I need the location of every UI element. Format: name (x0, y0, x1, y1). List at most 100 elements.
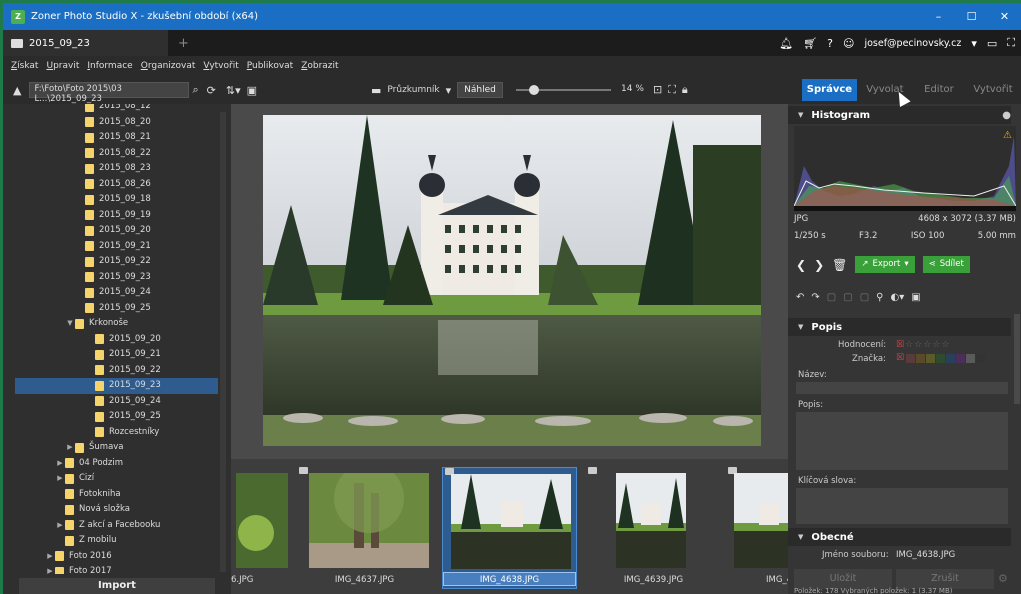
save-button[interactable]: Uložit (794, 569, 892, 589)
thumbnail[interactable]: IMG_4637.JPG (297, 467, 432, 589)
explorer-dropdown-icon[interactable]: ▾ (446, 84, 452, 97)
menu-vytvorit[interactable]: Vytvořit (203, 61, 238, 71)
color-tag-swatch[interactable] (976, 354, 985, 363)
tree-item[interactable]: 2015_09_19 (15, 208, 218, 224)
fullsize-icon[interactable]: ⛶ (668, 83, 676, 97)
tree-item[interactable]: 2015_09_25 (15, 409, 218, 425)
thumbnail[interactable]: IMG_4 (726, 467, 788, 589)
tree-item[interactable]: 2015_09_18 (15, 192, 218, 208)
thumbnail[interactable]: IMG_4639.JPG (586, 467, 721, 589)
expand-icon[interactable]: ▶ (45, 549, 55, 565)
no-tag-icon[interactable]: ☒ (896, 354, 905, 363)
tree-item[interactable]: 2015_08_20 (15, 115, 218, 131)
frame-icon[interactable]: ▣ (911, 292, 920, 303)
tree-item[interactable]: ▼ Krkonoše (15, 316, 218, 332)
close-button[interactable]: ✕ (988, 3, 1021, 30)
tree-item[interactable]: ▶ Cizí (15, 471, 218, 487)
minimize-button[interactable]: – (922, 3, 955, 30)
tree-item[interactable]: 2015_08_12 (15, 104, 218, 115)
color-tags[interactable]: ☒ (896, 354, 985, 363)
add-tab-button[interactable]: + (178, 36, 189, 51)
color-tag-swatch[interactable] (936, 354, 945, 363)
trash-icon[interactable]: 🗑︎ (832, 258, 847, 272)
import-button[interactable]: Import (19, 578, 215, 594)
tree-item[interactable]: Fotokniha (15, 487, 218, 503)
explorer-view-button[interactable]: Průzkumník (387, 85, 439, 95)
name-field[interactable] (796, 382, 1008, 394)
copy-icon[interactable]: ▢ (827, 292, 836, 303)
rotate-right-icon[interactable]: ↷ (811, 292, 819, 303)
no-rating-icon[interactable]: ☒ (896, 340, 904, 350)
tree-item[interactable]: 2015_08_21 (15, 130, 218, 146)
zoom-slider[interactable] (516, 85, 611, 95)
tree-item[interactable]: 2015_08_22 (15, 146, 218, 162)
star-icon[interactable]: ☆ (914, 340, 922, 350)
menu-organizovat[interactable]: Organizovat (141, 61, 196, 71)
wand-icon[interactable]: ⚲ (876, 292, 883, 303)
keywords-field[interactable] (796, 488, 1008, 524)
bell-icon[interactable]: 🔔︎ (779, 37, 793, 50)
next-icon[interactable]: ❯ (814, 258, 824, 272)
fit-icon[interactable]: ⊡ (653, 83, 662, 97)
new-folder-icon[interactable]: ▣ (247, 84, 257, 97)
settings-icon[interactable]: ● (1002, 110, 1011, 121)
fullscreen-icon[interactable]: ⛶ (1007, 36, 1015, 50)
tab-vytvorit[interactable]: Vytvořit (967, 79, 1019, 101)
tree-item[interactable]: ▶ Šumava (15, 440, 218, 456)
expand-icon[interactable]: ▶ (65, 440, 75, 456)
main-photo-preview[interactable] (263, 115, 761, 446)
star-icon[interactable]: ☆ (905, 340, 913, 350)
tab-spravce[interactable]: Správce (802, 79, 857, 101)
rating-stars[interactable]: ☒ ☆ ☆ ☆ ☆ ☆ (896, 340, 949, 350)
tree-item[interactable]: Z mobilu (15, 533, 218, 549)
color-tag-swatch[interactable] (926, 354, 935, 363)
search-icon[interactable]: ⌕ (192, 83, 198, 97)
description-field[interactable] (796, 412, 1008, 470)
tree-item[interactable]: 2015_09_24 (15, 394, 218, 410)
expand-icon[interactable]: ▶ (45, 564, 55, 574)
color-tag-swatch[interactable] (906, 354, 915, 363)
tree-item[interactable]: 2015_09_21 (15, 239, 218, 255)
tree-item[interactable]: Rozcestníky (15, 425, 218, 441)
previous-icon[interactable]: ❮ (796, 258, 806, 272)
sort-icon[interactable]: ⇅▾ (226, 84, 241, 97)
menu-upravit[interactable]: Upravit (46, 61, 79, 71)
clone-icon[interactable]: ▢ (860, 292, 869, 303)
refresh-icon[interactable]: ⟳ (207, 84, 216, 97)
menu-zobrazit[interactable]: Zobrazit (301, 61, 338, 71)
tree-item[interactable]: 2015_09_20 (15, 332, 218, 348)
thumbnail-selected[interactable]: IMG_4638.JPG (442, 467, 577, 589)
expand-icon[interactable]: ▶ (55, 518, 65, 534)
tree-item[interactable]: 2015_08_23 (15, 161, 218, 177)
popis-section-header[interactable]: ▼ Popis (788, 318, 1011, 336)
tree-item[interactable]: ▶ 04 Podzim (15, 456, 218, 472)
menu-ziskat[interactable]: Získat (11, 61, 38, 71)
tree-item[interactable]: ▶ Foto 2016 (15, 549, 218, 565)
paste-icon[interactable]: ▢ (843, 292, 852, 303)
tab-editor[interactable]: Editor (913, 79, 965, 101)
discard-button[interactable]: Zrušit (896, 569, 994, 589)
dropdown-icon[interactable]: ▾ (971, 37, 977, 50)
expand-icon[interactable]: ▶ (55, 471, 65, 487)
menu-publikovat[interactable]: Publikovat (247, 61, 293, 71)
tree-item[interactable]: ▶ Z akcí a Facebooku (15, 518, 218, 534)
monitor-icon[interactable]: ▭ (987, 37, 997, 50)
help-icon[interactable]: ? (827, 37, 833, 50)
color-tag-swatch[interactable] (966, 354, 975, 363)
folder-up-icon[interactable]: ▲ (13, 84, 21, 97)
rotate-left-icon[interactable]: ↶ (796, 292, 804, 303)
obecne-section-header[interactable]: ▼ Obecné (788, 528, 1011, 546)
tree-item[interactable]: 2015_09_23 (15, 378, 218, 394)
tree-item[interactable]: 2015_09_25 (15, 301, 218, 317)
tree-item[interactable]: 2015_09_23 (15, 270, 218, 286)
tree-item[interactable]: 2015_09_21 (15, 347, 218, 363)
tree-item[interactable]: 2015_09_22 (15, 254, 218, 270)
color-tag-swatch[interactable] (956, 354, 965, 363)
info-scrollbar[interactable] (1014, 314, 1020, 404)
tree-scrollbar[interactable] (220, 112, 226, 572)
tree-item[interactable]: 2015_09_24 (15, 285, 218, 301)
lock-icon[interactable]: 🔒︎ (682, 83, 688, 97)
tree-item[interactable]: ▶ Foto 2017 (15, 564, 218, 574)
path-input[interactable]: F:\Foto\Foto 2015\03 L...\2015_09_23 (29, 82, 190, 104)
star-icon[interactable]: ☆ (923, 340, 931, 350)
